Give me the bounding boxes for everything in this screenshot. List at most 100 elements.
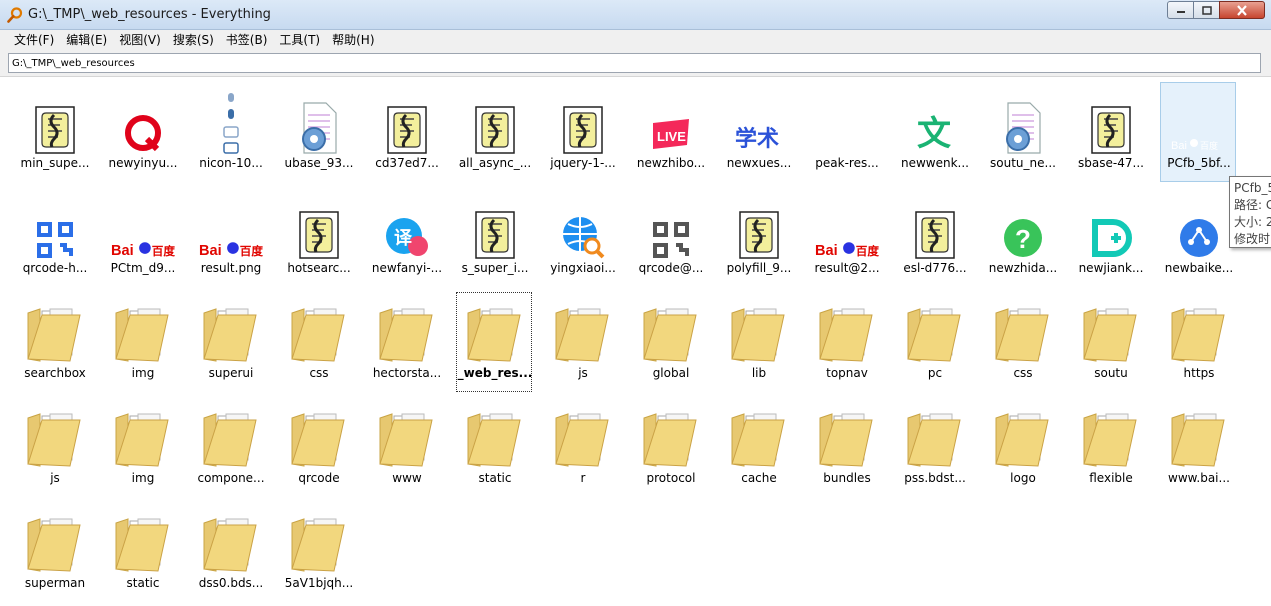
menu-edit[interactable]: 编辑(E) xyxy=(60,30,113,50)
file-name-label: soutu xyxy=(1094,366,1128,380)
file-name-label: hectorsta... xyxy=(372,366,442,380)
file-item[interactable]: css xyxy=(984,292,1060,392)
svg-text:Bai: Bai xyxy=(199,243,222,259)
file-item[interactable]: peak-res... xyxy=(808,82,884,182)
file-item[interactable]: soutu_ne... xyxy=(984,82,1060,182)
menu-bookmarks[interactable]: 书签(B) xyxy=(220,30,274,50)
menu-search[interactable]: 搜索(S) xyxy=(167,30,220,50)
file-item[interactable]: cache xyxy=(720,397,796,497)
file-item[interactable]: img xyxy=(104,397,180,497)
file-name-label: newjiank... xyxy=(1078,261,1144,275)
file-item[interactable]: min_supe... xyxy=(16,82,92,182)
file-item[interactable]: newjiank... xyxy=(1072,187,1148,287)
file-item[interactable]: 学术 newxues... xyxy=(720,82,796,182)
file-item[interactable]: static xyxy=(456,397,532,497)
file-item[interactable]: css xyxy=(280,292,356,392)
file-item[interactable]: flexible xyxy=(1072,397,1148,497)
file-name-label: static xyxy=(478,471,512,485)
file-item[interactable]: 文 newwenk... xyxy=(896,82,972,182)
file-item[interactable]: yingxiaoi... xyxy=(544,187,620,287)
file-item[interactable]: hotsearc... xyxy=(280,187,356,287)
gear-doc-icon xyxy=(287,91,351,155)
file-item[interactable]: 5aV1bjqh... xyxy=(280,502,356,602)
file-name-label: min_supe... xyxy=(20,156,90,170)
file-item[interactable]: superman xyxy=(16,502,92,602)
file-item[interactable]: dss0.bds... xyxy=(192,502,268,602)
folder-icon xyxy=(639,301,703,365)
file-name-label: protocol xyxy=(646,471,696,485)
folder-icon xyxy=(287,406,351,470)
file-name-label: jquery-1-... xyxy=(550,156,616,170)
maximize-button[interactable] xyxy=(1193,1,1220,19)
file-item[interactable]: superui xyxy=(192,292,268,392)
file-item[interactable]: ubase_93... xyxy=(280,82,356,182)
file-name-label: lib xyxy=(751,366,767,380)
baidu-logo-icon: Bai 百度 xyxy=(111,196,175,260)
file-item[interactable]: newbaike... xyxy=(1160,187,1236,287)
file-item[interactable]: newyinyu... xyxy=(104,82,180,182)
file-item[interactable]: s_super_i... xyxy=(456,187,532,287)
file-item[interactable]: 译 newfanyi-... xyxy=(368,187,444,287)
file-item[interactable]: ? newzhida... xyxy=(984,187,1060,287)
file-item[interactable]: pc xyxy=(896,292,972,392)
folder-icon xyxy=(903,301,967,365)
file-item[interactable]: nicon-10... xyxy=(192,82,268,182)
folder-doc-icon xyxy=(991,301,1055,365)
script-icon xyxy=(375,91,439,155)
menu-help[interactable]: 帮助(H) xyxy=(326,30,380,50)
file-item[interactable]: r xyxy=(544,397,620,497)
file-item[interactable]: hectorsta... xyxy=(368,292,444,392)
file-item[interactable]: lib xyxy=(720,292,796,392)
menu-tools[interactable]: 工具(T) xyxy=(273,30,326,50)
file-name-label: hotsearc... xyxy=(287,261,351,275)
file-item[interactable]: https xyxy=(1160,292,1236,392)
file-item[interactable]: global xyxy=(632,292,708,392)
file-item[interactable]: searchbox xyxy=(16,292,92,392)
file-item[interactable]: cd37ed7... xyxy=(368,82,444,182)
minimize-button[interactable] xyxy=(1167,1,1194,19)
menu-file[interactable]: 文件(F) xyxy=(8,30,60,50)
file-item[interactable]: compone... xyxy=(192,397,268,497)
file-item[interactable]: js xyxy=(16,397,92,497)
file-name-label: soutu_ne... xyxy=(990,156,1056,170)
file-item[interactable]: _web_res... xyxy=(456,292,532,392)
file-name-label: superman xyxy=(24,576,86,590)
file-item[interactable]: www.bai... xyxy=(1160,397,1236,497)
file-item[interactable]: Bai 百度 result.png xyxy=(192,187,268,287)
title-bar[interactable]: G:\_TMP\_web_resources - Everything xyxy=(0,0,1271,30)
file-item[interactable]: LIVE newzhibo... xyxy=(632,82,708,182)
file-item[interactable]: soutu xyxy=(1072,292,1148,392)
file-item[interactable]: polyfill_9... xyxy=(720,187,796,287)
file-item[interactable]: qrcode-h... xyxy=(16,187,92,287)
file-item[interactable]: img xyxy=(104,292,180,392)
file-item[interactable]: qrcode@... xyxy=(632,187,708,287)
script-icon xyxy=(1079,91,1143,155)
tooltip-line: 路径: G xyxy=(1234,198,1271,212)
folder-doc-icon xyxy=(287,301,351,365)
file-item[interactable]: www xyxy=(368,397,444,497)
file-item[interactable]: Bai 百度 result@2... xyxy=(808,187,884,287)
file-item[interactable]: pss.bdst... xyxy=(896,397,972,497)
file-item[interactable]: sbase-47... xyxy=(1072,82,1148,182)
window-title: G:\_TMP\_web_resources - Everything xyxy=(28,7,271,22)
file-name-label: global xyxy=(652,366,690,380)
search-input[interactable] xyxy=(8,53,1261,73)
menu-view[interactable]: 视图(V) xyxy=(113,30,167,50)
file-item[interactable]: esl-d776... xyxy=(896,187,972,287)
file-item[interactable]: jquery-1-... xyxy=(544,82,620,182)
file-name-label: newfanyi-... xyxy=(371,261,443,275)
file-item[interactable]: Bai 百度 PCtm_d9... xyxy=(104,187,180,287)
close-button[interactable] xyxy=(1219,1,1265,19)
file-item[interactable]: logo xyxy=(984,397,1060,497)
file-item[interactable]: protocol xyxy=(632,397,708,497)
file-item[interactable]: static xyxy=(104,502,180,602)
file-item[interactable]: qrcode xyxy=(280,397,356,497)
file-item[interactable]: js xyxy=(544,292,620,392)
file-item[interactable]: all_async_... xyxy=(456,82,532,182)
folder-icon xyxy=(815,301,879,365)
baidu-white-icon: Bai 百度 xyxy=(1167,91,1231,155)
globe-search-icon xyxy=(551,196,615,260)
file-item[interactable]: topnav xyxy=(808,292,884,392)
file-item[interactable]: bundles xyxy=(808,397,884,497)
file-item[interactable]: Bai 百度 PCfb_5bf... xyxy=(1160,82,1236,182)
